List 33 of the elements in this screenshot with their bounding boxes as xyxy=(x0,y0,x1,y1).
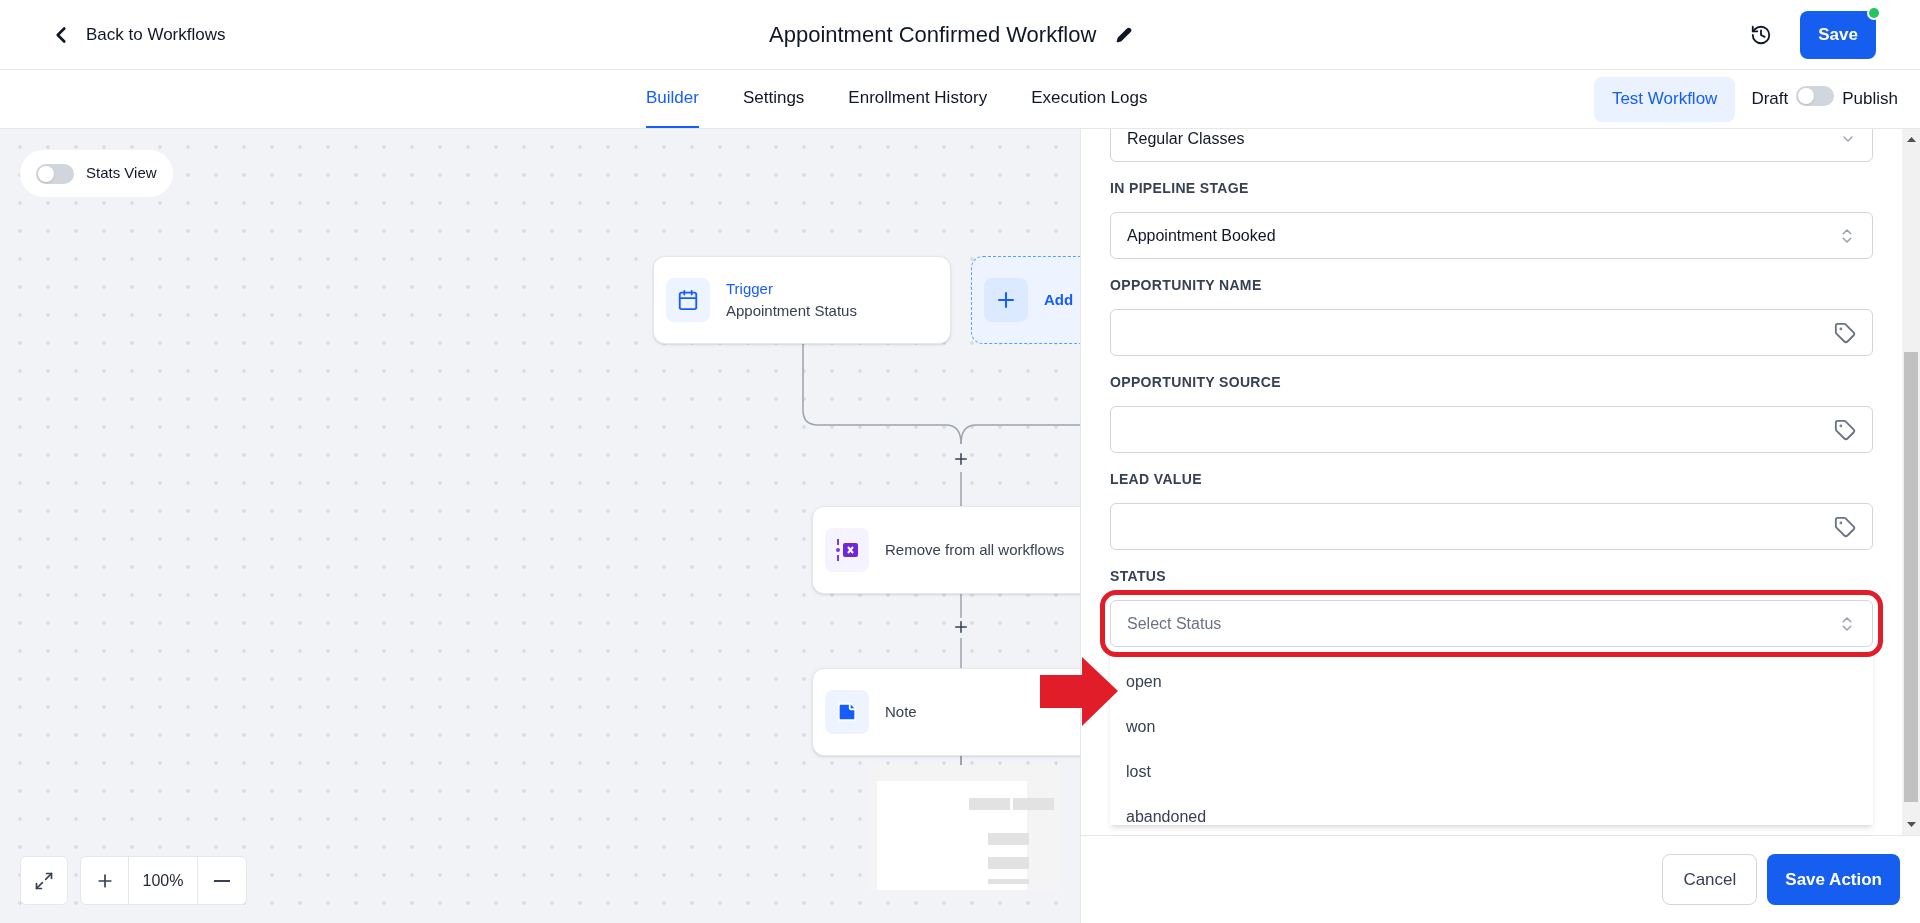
dropdown-option[interactable]: won xyxy=(1110,704,1873,749)
workflow-node-card[interactable]: Remove from all workflows xyxy=(812,506,1080,594)
workflow-node-card[interactable]: Note xyxy=(812,668,1080,756)
node-title: Add xyxy=(1044,289,1074,310)
field-label: LEAD VALUE xyxy=(1110,470,1203,489)
dropdown-option[interactable]: abandoned xyxy=(1110,794,1873,825)
select-field[interactable]: Appointment Booked xyxy=(1110,212,1873,259)
zoom-level: 100% xyxy=(129,857,198,904)
workflow-title: Appointment Confirmed Workflow xyxy=(769,21,1097,49)
dropdown-option[interactable]: lost xyxy=(1110,749,1873,794)
select-field[interactable]: Regular Classes xyxy=(1110,129,1873,162)
cancel-button[interactable]: Cancel xyxy=(1662,854,1758,905)
toggle-label: Draft xyxy=(1751,88,1789,111)
node-subtitle: Appointment Status xyxy=(726,301,857,321)
stats-view-toggle[interactable]: Stats View xyxy=(20,150,173,197)
node-title: Remove from all workflows xyxy=(885,539,1065,560)
node-title: Note xyxy=(885,701,917,722)
select-field[interactable]: Select Status xyxy=(1110,600,1873,647)
test-workflow-button[interactable]: Test Workflow xyxy=(1593,76,1736,122)
back-link[interactable]: Back to Workflows xyxy=(48,21,226,48)
field-label: IN PIPELINE STAGE xyxy=(1110,179,1250,198)
dropdown-option[interactable]: open xyxy=(1110,659,1873,704)
field-label: OPPORTUNITY NAME xyxy=(1110,276,1263,295)
field-label: STATUS xyxy=(1110,567,1168,586)
workflow-node-card[interactable]: Trigger Appointment Status xyxy=(653,256,951,344)
tab[interactable]: Enrollment History xyxy=(848,70,988,128)
node-title: Trigger xyxy=(726,278,774,299)
tab[interactable]: Execution Logs xyxy=(1031,70,1148,128)
add-trigger-card[interactable]: Add xyxy=(971,256,1080,344)
tab[interactable]: Settings xyxy=(742,70,805,128)
toggle-label: Publish xyxy=(1842,88,1898,111)
field-label: OPPORTUNITY SOURCE xyxy=(1110,373,1282,392)
save-action-button[interactable]: Save Action xyxy=(1767,854,1900,905)
